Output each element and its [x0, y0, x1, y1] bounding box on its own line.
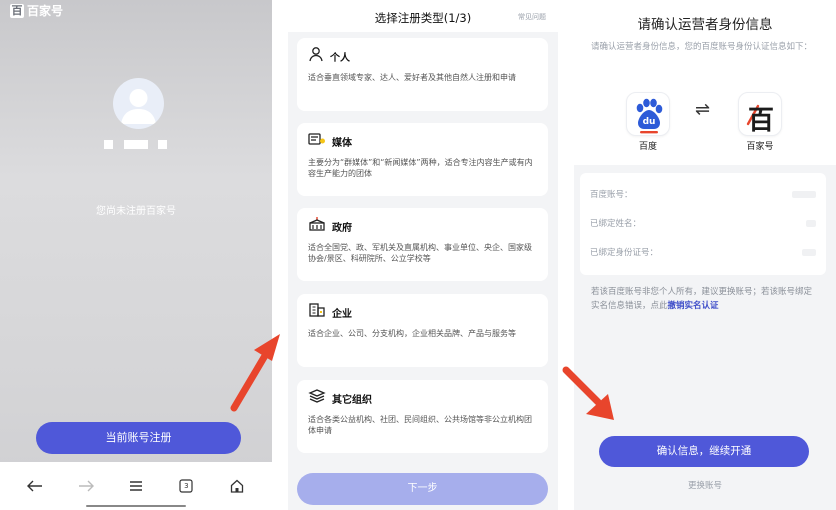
header: 选择注册类型(1/3) 常见问题 [288, 0, 558, 32]
home-icon[interactable] [225, 474, 249, 498]
masked-name-value [806, 220, 816, 227]
swap-arrows-icon: ⇌ [695, 99, 711, 120]
revoke-verification-link[interactable]: 撤销实名认证 [668, 301, 719, 311]
faq-link[interactable]: 常见问题 [518, 12, 546, 22]
baidu-app-label: 百度 [638, 142, 657, 152]
not-registered-text: 您尚未注册百家号 [96, 206, 176, 217]
menu-icon[interactable] [124, 474, 148, 498]
government-icon [308, 216, 326, 236]
type-desc: 主要分为“群媒体”和“新闻媒体”两种，适合专注内容生产或有内容生产能力的团体 [308, 158, 533, 178]
screen-select-type: 选择注册类型(1/3) 常见问题 个人 适合垂直领域专家、达人、爱好者及其他自然… [288, 0, 558, 510]
confirm-continue-button[interactable]: 确认信息，继续开通 [599, 436, 809, 467]
baidu-paw-icon [636, 98, 663, 134]
type-name: 其它组织 [332, 394, 372, 406]
field-label-id-number: 已绑定身份证号： [590, 248, 659, 258]
field-label-account: 百度账号： [590, 190, 633, 200]
masked-id-value [802, 249, 816, 256]
type-card-enterprise[interactable]: 企业 适合企业、公司、分支机构，企业相关品牌、产品与服务等 [297, 294, 548, 367]
tab-count: 3 [184, 482, 189, 490]
baidu-app-logo: du [626, 92, 670, 136]
forward-arrow-icon[interactable] [74, 474, 98, 498]
type-desc: 适合各类公益机构、社团、民间组织、公共场馆等非公立机构团体申请 [308, 415, 532, 435]
type-name: 政府 [332, 222, 352, 234]
media-icon [308, 131, 326, 151]
identity-header: 请确认运营者身份信息 请确认运营者身份信息，您的百度账号身份认证信息如下： du… [574, 0, 836, 165]
app-logo-text: 百家号 [27, 4, 64, 18]
screen-confirm-identity: 请确认运营者身份信息 请确认运营者身份信息，您的百度账号身份认证信息如下： du… [574, 0, 836, 510]
type-desc: 适合全国党、政、军机关及直属机构、事业单位、央企、国家级协会/景区、科研院所、公… [308, 243, 532, 263]
organization-icon [308, 388, 326, 408]
tabs-icon[interactable]: 3 [174, 474, 198, 498]
tutorial-composite: 百 百家号 您尚未注册百家号 当前账号注册 3 选择注册类型(1/3) 常见问题… [0, 0, 836, 510]
person-icon [308, 46, 324, 66]
enterprise-icon [308, 302, 326, 322]
page-title: 请确认运营者身份信息 [637, 17, 773, 33]
type-card-other-organization[interactable]: 其它组织 适合各类公益机构、社团、民间组织、公共场馆等非公立机构团体申请 [297, 380, 548, 453]
type-desc: 适合垂直领域专家、达人、爱好者及其他自然人注册和申请 [308, 73, 516, 82]
baijiahao-logo-char: 百 [747, 106, 774, 136]
account-note: 若该百度账号非您个人所有，建议更换账号；若该账号绑定实名信息错误，点此撤销实名认… [591, 286, 819, 313]
baidu-logo-text: du [642, 117, 656, 127]
home-indicator [86, 505, 186, 507]
user-avatar-icon [121, 89, 156, 124]
next-step-button[interactable]: 下一步 [297, 473, 548, 505]
field-label-name: 已绑定姓名： [590, 219, 642, 229]
baijiahao-app-logo: 百 [738, 92, 782, 136]
type-card-media[interactable]: 媒体 主要分为“群媒体”和“新闻媒体”两种，适合专注内容生产或有内容生产能力的团… [297, 123, 548, 196]
identity-info-card: 百度账号： 已绑定姓名： 已绑定身份证号： [580, 173, 826, 275]
type-card-personal[interactable]: 个人 适合垂直领域专家、达人、爱好者及其他自然人注册和申请 [297, 38, 548, 111]
page-subtitle: 请确认运营者身份信息，您的百度账号身份认证信息如下： [591, 42, 813, 52]
type-name: 个人 [330, 52, 350, 64]
screen-unregistered: 百 百家号 您尚未注册百家号 当前账号注册 3 [0, 0, 272, 510]
register-current-account-button[interactable]: 当前账号注册 [36, 422, 241, 454]
baijiahao-app-label: 百家号 [746, 142, 774, 152]
type-desc: 适合企业、公司、分支机构，企业相关品牌、产品与服务等 [308, 329, 516, 338]
masked-username [104, 140, 174, 150]
change-account-link[interactable]: 更换账号 [574, 479, 836, 491]
type-name: 媒体 [332, 137, 352, 149]
masked-account-value [792, 191, 816, 198]
avatar [113, 78, 164, 129]
browser-nav-bar: 3 [0, 462, 272, 510]
baijiahao-logo-icon: 百 [10, 3, 24, 18]
type-name: 企业 [332, 308, 352, 320]
back-arrow-icon[interactable] [23, 474, 47, 498]
type-card-government[interactable]: 政府 适合全国党、政、军机关及直属机构、事业单位、央企、国家级协会/景区、科研院… [297, 208, 548, 281]
app-logo: 百 百家号 [10, 2, 63, 19]
